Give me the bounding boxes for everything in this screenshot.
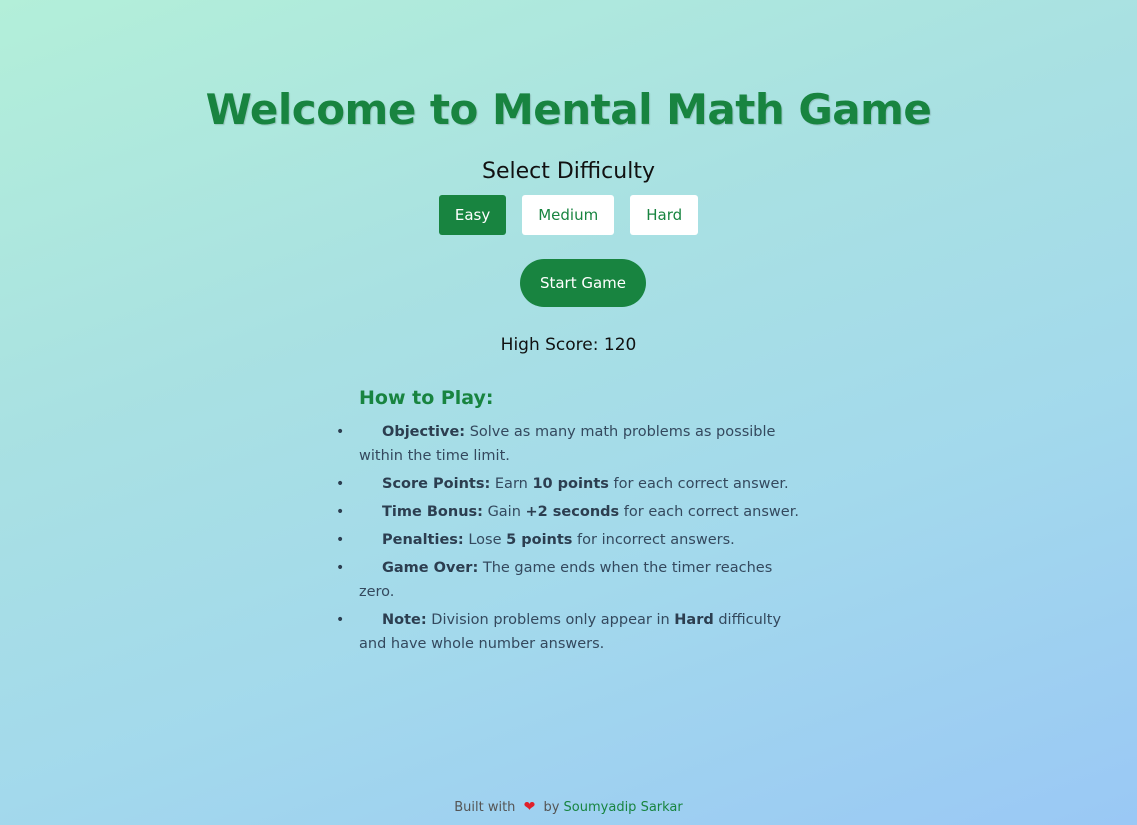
difficulty-selector: Easy Medium Hard xyxy=(0,195,1137,235)
rule-item-note: • Note: Division problems only appear in … xyxy=(336,608,809,656)
footer-prefix: Built with xyxy=(454,800,516,815)
rules-list: • Objective: Solve as many math problems … xyxy=(336,420,809,656)
difficulty-heading: Select Difficulty xyxy=(482,159,655,184)
bullet-icon: • xyxy=(336,532,345,548)
page-title: Welcome to Mental Math Game xyxy=(205,85,932,134)
how-to-play-heading: How to Play: xyxy=(359,387,494,409)
bullet-icon: • xyxy=(336,504,345,520)
rule-item-objective: • Objective: Solve as many math problems … xyxy=(336,420,809,468)
author-link[interactable]: Soumyadip Sarkar xyxy=(564,800,683,815)
heart-icon: ❤ xyxy=(523,799,536,815)
bullet-icon: • xyxy=(336,424,345,440)
bullet-icon: • xyxy=(336,476,345,492)
rule-item-game-over: • Game Over: The game ends when the timer… xyxy=(336,556,809,604)
start-game-button[interactable]: Start Game xyxy=(520,259,646,307)
difficulty-hard-button[interactable]: Hard xyxy=(630,195,699,235)
bullet-icon: • xyxy=(336,612,345,628)
rule-item-score-points: • Score Points: Earn 10 points for each c… xyxy=(336,472,809,496)
difficulty-medium-button[interactable]: Medium xyxy=(522,195,615,235)
footer: Built with ❤ by Soumyadip Sarkar xyxy=(0,798,1137,817)
how-to-play-section: How to Play: • Objective: Solve as many m… xyxy=(336,384,809,660)
footer-by: by xyxy=(543,800,560,815)
rule-item-penalties: • Penalties: Lose 5 points for incorrect … xyxy=(336,528,809,552)
rule-item-time-bonus: • Time Bonus: Gain +2 seconds for each co… xyxy=(336,500,809,524)
difficulty-easy-button[interactable]: Easy xyxy=(438,195,507,235)
high-score: High Score: 120 xyxy=(500,335,637,355)
bullet-icon: • xyxy=(336,560,345,576)
